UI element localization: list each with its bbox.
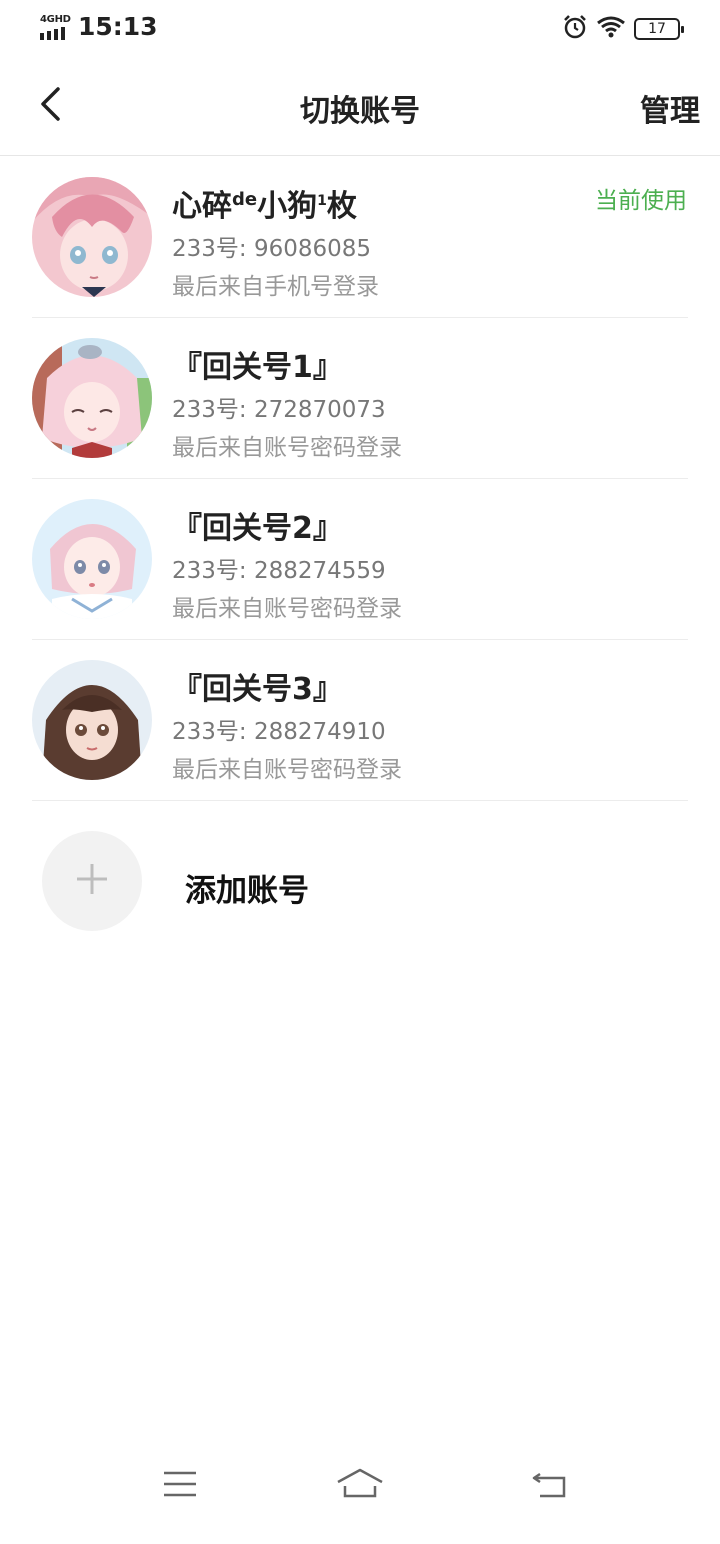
- current-account-badge: 当前使用: [595, 188, 687, 214]
- status-bar: 4GHD 15:13 17: [0, 0, 720, 56]
- back-nav-button[interactable]: [520, 1464, 580, 1508]
- back-icon: [530, 1468, 570, 1504]
- account-name: 『回关号3』: [172, 672, 343, 707]
- plus-icon: [75, 862, 109, 900]
- network-type: 4GHD: [40, 14, 71, 25]
- manage-button[interactable]: 管理: [640, 86, 700, 130]
- account-item-4[interactable]: 『回关号3』 233号: 288274910 最后来自账号密码登录: [0, 640, 720, 801]
- add-account-button[interactable]: 添加账号: [0, 805, 720, 955]
- account-id: 233号: 288274910: [172, 719, 386, 745]
- battery-icon: 17: [634, 18, 684, 40]
- alarm-icon: [562, 14, 588, 44]
- account-id: 233号: 288274559: [172, 558, 386, 584]
- wifi-icon: [596, 15, 626, 43]
- account-item-2[interactable]: 『回关号1』 233号: 272870073 最后来自账号密码登录: [0, 318, 720, 479]
- account-name: 『回关号1』: [172, 350, 343, 385]
- login-method: 最后来自手机号登录: [172, 274, 379, 300]
- menu-button[interactable]: [150, 1464, 210, 1508]
- divider: [32, 800, 688, 801]
- home-button[interactable]: [330, 1464, 390, 1508]
- account-list: 心碎de小狗1枚 233号: 96086085 最后来自手机号登录 当前使用 『…: [0, 157, 720, 801]
- avatar: [32, 177, 152, 297]
- clock: 15:13: [78, 12, 158, 41]
- page-title: 切换账号: [300, 94, 420, 129]
- login-method: 最后来自账号密码登录: [172, 757, 402, 783]
- account-id: 233号: 272870073: [172, 397, 386, 423]
- account-id: 233号: 96086085: [172, 236, 372, 262]
- account-item-1[interactable]: 心碎de小狗1枚 233号: 96086085 最后来自手机号登录 当前使用: [0, 157, 720, 318]
- account-name: 『回关号2』: [172, 511, 343, 546]
- home-icon: [335, 1466, 385, 1506]
- battery-level: 17: [648, 21, 666, 37]
- avatar: [32, 338, 152, 458]
- system-nav-bar: [0, 1444, 720, 1544]
- account-name: 心碎de小狗1枚: [172, 189, 357, 224]
- header: 切换账号 管理: [0, 56, 720, 156]
- signal-icon: 4GHD: [40, 14, 72, 42]
- login-method: 最后来自账号密码登录: [172, 435, 402, 461]
- add-account-circle: [42, 831, 142, 931]
- avatar: [32, 499, 152, 619]
- login-method: 最后来自账号密码登录: [172, 596, 402, 622]
- status-right: 17: [562, 14, 684, 44]
- add-account-label: 添加账号: [185, 873, 309, 909]
- avatar: [32, 660, 152, 780]
- account-item-3[interactable]: 『回关号2』 233号: 288274559 最后来自账号密码登录: [0, 479, 720, 640]
- menu-icon: [162, 1469, 198, 1503]
- status-left: 4GHD 15:13: [40, 12, 158, 42]
